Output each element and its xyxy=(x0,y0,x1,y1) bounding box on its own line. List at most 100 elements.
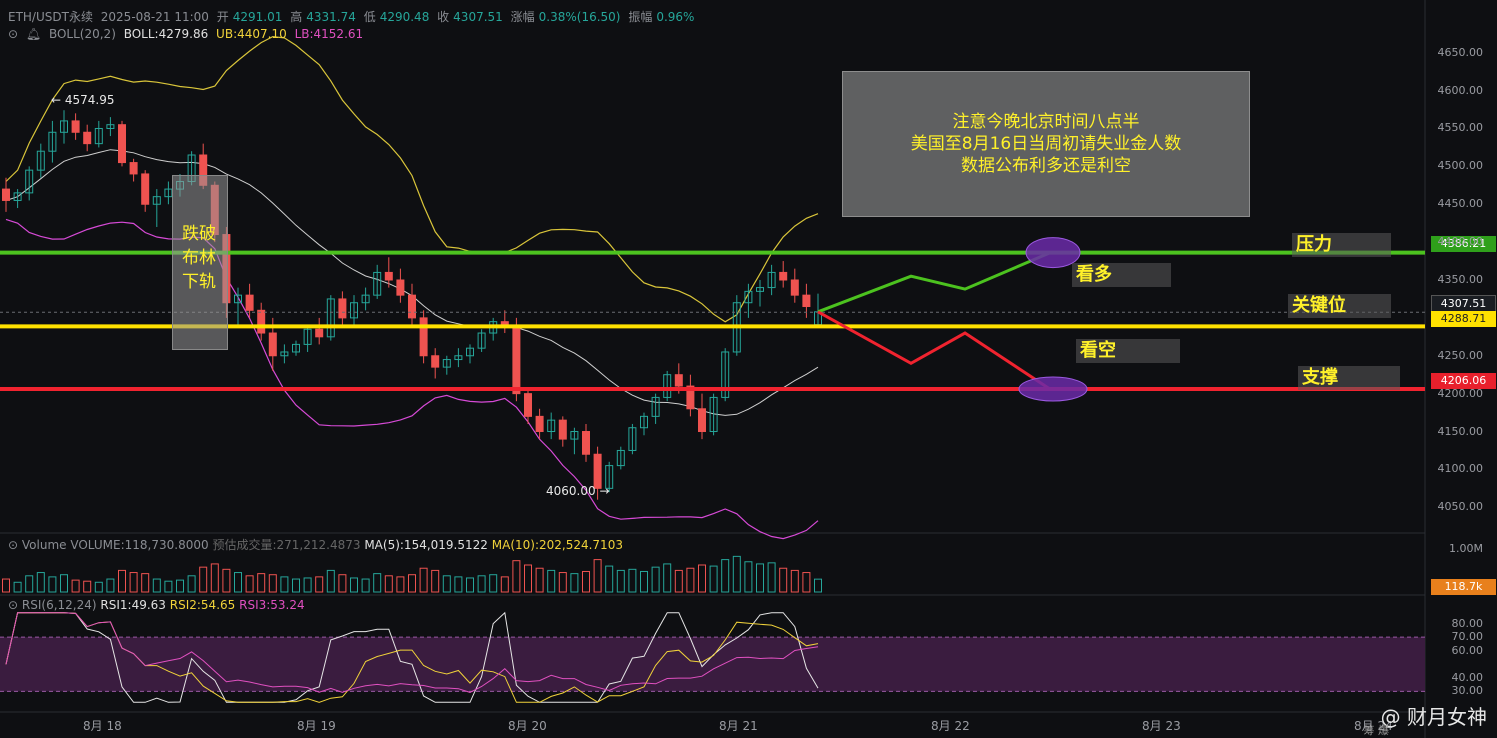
volume-bar xyxy=(48,576,57,593)
change-label: 涨幅 xyxy=(510,10,535,24)
volume-bar xyxy=(500,576,509,593)
volume-bar xyxy=(744,561,753,593)
volume-bar xyxy=(152,578,161,593)
chart-stage xyxy=(0,0,1497,738)
volume-bar xyxy=(698,564,706,593)
breakdown-line2: 布林 xyxy=(182,248,216,268)
time-tick-label: 8月 21 xyxy=(719,719,758,733)
volume-bar xyxy=(222,568,231,593)
volume-bar xyxy=(13,581,22,593)
volume-bar xyxy=(721,559,730,593)
rsi-tick-label: 80.00 xyxy=(1451,616,1484,630)
volume-bar xyxy=(94,581,103,593)
chart-canvas[interactable] xyxy=(0,0,1497,738)
volume-bar xyxy=(593,559,602,593)
support-target-ellipse xyxy=(1018,376,1088,402)
volume-bar xyxy=(628,568,637,593)
candle-body xyxy=(268,332,277,357)
volume-bar xyxy=(674,569,683,593)
candle-body xyxy=(419,317,428,357)
volume-bar xyxy=(71,579,80,593)
candle-body xyxy=(2,188,10,201)
volume-current-tag: 118.7k xyxy=(1431,579,1496,595)
volume-bar xyxy=(268,574,277,593)
volume-bar xyxy=(2,578,10,593)
volume-bar xyxy=(326,569,335,593)
volume-bar xyxy=(756,563,764,593)
annotation-line1: 注意今晚北京时间八点半 xyxy=(952,112,1140,132)
candle-body xyxy=(141,173,150,205)
volume-bar xyxy=(210,563,219,593)
price-tick-label: 4150.00 xyxy=(1437,424,1484,438)
rsi-collapse-icon[interactable]: ⊙ xyxy=(8,598,18,612)
candle-body xyxy=(535,415,544,433)
candle-body xyxy=(245,294,254,311)
collapse-icon[interactable]: ⊙ xyxy=(8,27,18,41)
time-tick-label: 8月 22 xyxy=(931,719,970,733)
amp-label: 振幅 xyxy=(628,10,653,24)
rsi-tick-label: 60.00 xyxy=(1451,643,1484,657)
volume-bar xyxy=(779,567,788,593)
volume-bar xyxy=(315,576,324,593)
ohlc-header: ETH/USDT永续 2025-08-21 11:00 开 4291.01 高 43… xyxy=(8,8,698,25)
rsi-header: ⊙ RSI(6,12,24) RSI1:49.63 RSI2:54.65 RSI… xyxy=(8,598,305,612)
volume-bar xyxy=(512,560,521,593)
candle-body xyxy=(512,324,521,395)
boll-ub: UB:4407.10 xyxy=(216,27,287,41)
volume-bar xyxy=(118,569,126,593)
candle-body xyxy=(524,393,532,417)
volume-bar xyxy=(558,572,567,593)
volume-bar xyxy=(431,569,440,593)
candle-body xyxy=(83,131,92,145)
support-tag: 支撑 xyxy=(1298,366,1400,390)
candle-body xyxy=(384,271,393,281)
candle-body xyxy=(802,294,811,308)
volume-bar xyxy=(384,575,393,593)
change-value: 0.38%(16.50) xyxy=(538,10,621,24)
bell-icon[interactable]: 🔔︎ xyxy=(26,27,41,41)
price-tick-label: 4500.00 xyxy=(1437,159,1484,173)
volume-bar xyxy=(686,567,695,593)
volume-bar xyxy=(396,576,405,593)
key-level-tag: 关键位 xyxy=(1288,294,1391,318)
candle-body xyxy=(698,408,706,433)
volume-ma5: MA(5):154,019.5122 xyxy=(364,538,488,552)
candle-body xyxy=(674,374,683,387)
boll-upper-band xyxy=(5,35,819,323)
price-tick-label: 4400.00 xyxy=(1437,235,1484,249)
close-value: 4307.51 xyxy=(453,10,503,24)
price-tick-label: 4200.00 xyxy=(1437,386,1484,400)
key-price-tag: 4288.71 xyxy=(1431,311,1496,327)
volume-bar xyxy=(732,555,741,593)
price-tick-label: 4550.00 xyxy=(1437,121,1484,135)
bull-tag: 看多 xyxy=(1072,263,1171,287)
candle-body xyxy=(118,124,126,164)
boll-header: ⊙ 🔔︎ BOLL(20,2) BOLL:4279.86 UB:4407.10 … xyxy=(8,27,367,41)
bear-tag: 看空 xyxy=(1076,339,1180,363)
time-tick-label: 8月 23 xyxy=(1142,719,1181,733)
volume-est: 预估成交量:271,212.4873 xyxy=(212,538,361,552)
volume-bar xyxy=(802,572,811,593)
rsi3-value: RSI3:53.24 xyxy=(239,598,305,612)
watermark-sub: 筹 爆 xyxy=(1363,724,1390,737)
high-label: 高 xyxy=(290,10,303,24)
volume-collapse-icon[interactable]: ⊙ xyxy=(8,538,18,552)
breakdown-text: 跌破 布林 下轨 xyxy=(172,222,226,294)
volume-label: Volume xyxy=(21,538,67,552)
amp-value: 0.96% xyxy=(656,10,695,24)
price-tick-label: 4100.00 xyxy=(1437,462,1484,476)
boll-label: BOLL(20,2) xyxy=(48,27,116,41)
volume-bar xyxy=(141,573,150,593)
rsi2-value: RSI2:54.65 xyxy=(169,598,236,612)
rsi-tick-label: 30.00 xyxy=(1451,684,1484,698)
volume-ma10: MA(10):202,524.7103 xyxy=(491,538,623,552)
time-tick-label: 8月 19 xyxy=(297,719,336,733)
symbol-label[interactable]: ETH/USDT永续 xyxy=(8,10,93,24)
volume-bar xyxy=(663,563,672,593)
volume-header: ⊙ Volume VOLUME:118,730.8000 预估成交量:271,2… xyxy=(8,536,623,553)
boll-mid: BOLL:4279.86 xyxy=(123,27,209,41)
price-tick-label: 4650.00 xyxy=(1437,45,1484,59)
volume-bar xyxy=(605,565,614,593)
candle-body xyxy=(315,328,324,338)
volume-bar xyxy=(640,570,648,593)
